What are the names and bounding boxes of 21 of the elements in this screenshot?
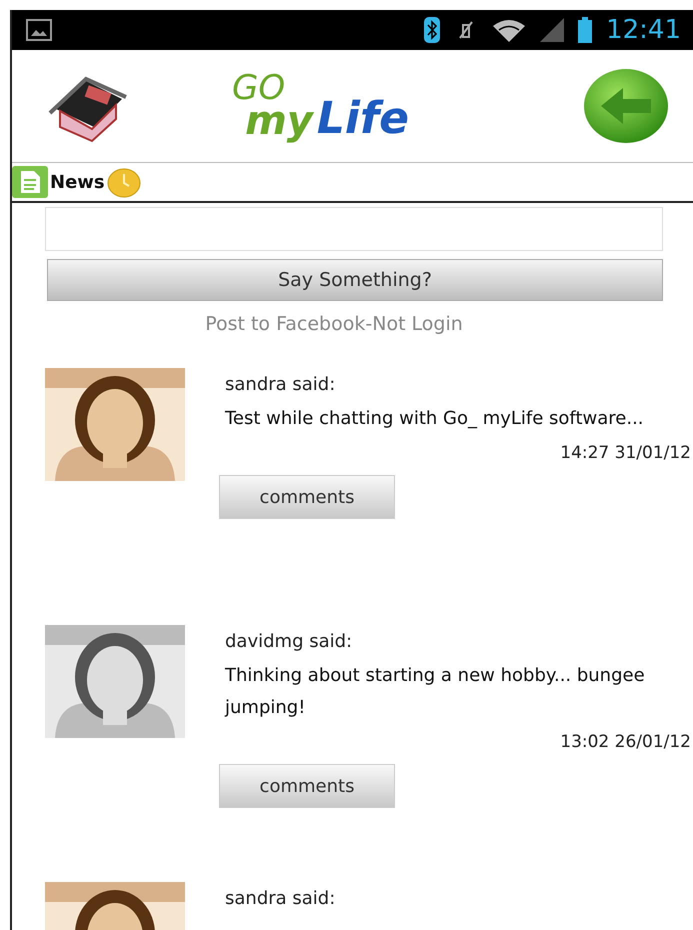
post-message: Thinking about starting a new hobby... bungee jumping! <box>225 664 646 720</box>
battery-icon <box>578 17 592 43</box>
bluetooth-icon <box>424 17 440 43</box>
document-icon <box>12 166 48 198</box>
author-name: sandra said: <box>225 374 336 395</box>
status-time: 12:41 <box>606 15 681 45</box>
post-message: Test while chatting with Go_ myLife software... <box>225 407 644 431</box>
say-something-button[interactable]: Say Something? <box>47 259 663 301</box>
picture-icon <box>26 19 52 41</box>
post-timestamp: 13:02 26/01/12 <box>560 732 692 752</box>
facebook-status-text: Post to Facebook-Not Login <box>204 313 464 335</box>
input-field[interactable] <box>45 207 663 251</box>
clock-icon <box>106 166 141 198</box>
post-timestamp: 14:27 31/01/12 <box>560 443 692 463</box>
comments-button[interactable]: comments <box>219 475 395 519</box>
signal-icon <box>540 18 564 42</box>
comments-button[interactable]: comments <box>219 764 395 808</box>
wifi-icon <box>492 18 526 42</box>
author-name: sandra said: <box>225 888 336 909</box>
author-name: davidmg said: <box>225 631 352 652</box>
section-title: News <box>50 172 105 192</box>
